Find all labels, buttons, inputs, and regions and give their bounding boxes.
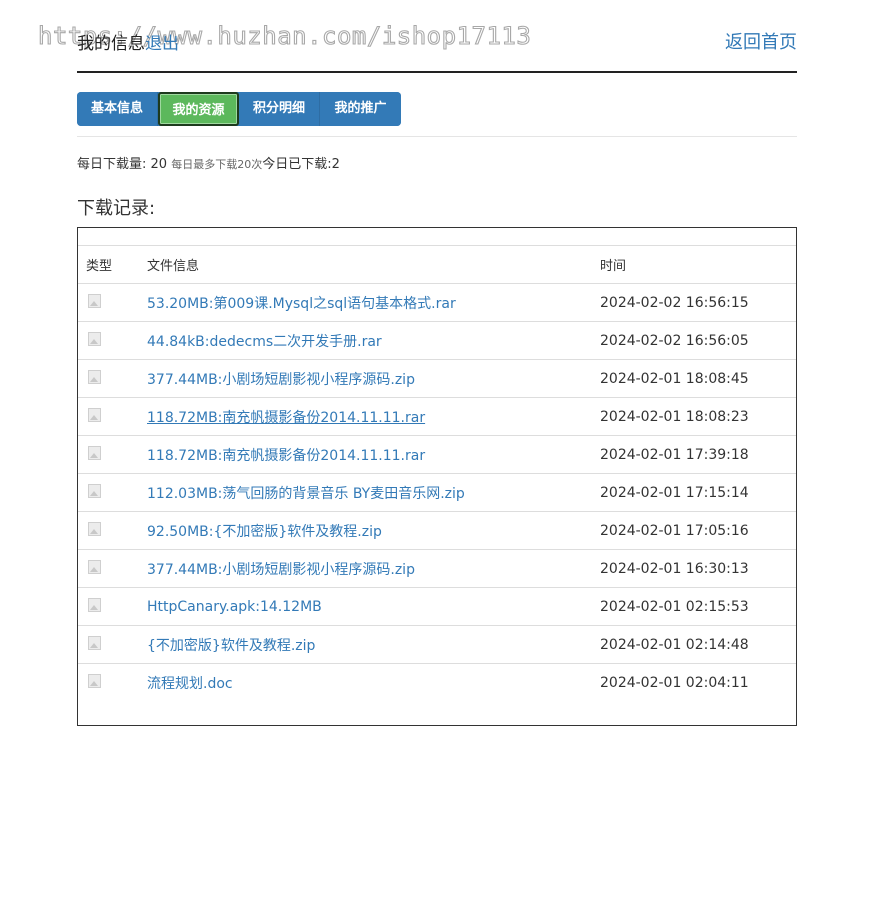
- type-cell: [78, 283, 139, 322]
- file-link[interactable]: 53.20MB:第009课.Mysql之sql语句基本格式.rar: [147, 296, 456, 312]
- table-row: 53.20MB:第009课.Mysql之sql语句基本格式.rar 2024-0…: [78, 283, 796, 322]
- type-cell: [78, 473, 139, 512]
- col-header-time: 时间: [592, 245, 796, 284]
- file-link[interactable]: 112.03MB:荡气回肠的背景音乐 BY麦田音乐网.zip: [147, 486, 465, 502]
- daily-value: 20: [150, 157, 168, 172]
- file-cell: 118.72MB:南充帆摄影备份2014.11.11.rar: [139, 435, 592, 474]
- time-cell: 2024-02-01 02:04:11: [600, 674, 749, 691]
- file-link[interactable]: 377.44MB:小剧场短剧影视小程序源码.zip: [147, 562, 415, 578]
- divider: [77, 136, 797, 137]
- table-row: 377.44MB:小剧场短剧影视小程序源码.zip 2024-02-01 16:…: [78, 549, 796, 588]
- tab-basic-info[interactable]: 基本信息: [77, 92, 158, 126]
- file-cell: 流程规划.doc: [139, 664, 592, 702]
- download-table: 类型 文件信息 时间 53.20MB:第009课.Mysql之sql语句基本格式…: [78, 245, 796, 701]
- time-cell: 2024-02-02 16:56:15: [592, 283, 796, 322]
- time-cell: 2024-02-01 17:39:18: [592, 435, 796, 474]
- file-link[interactable]: 44.84kB:dedecms二次开发手册.rar: [147, 334, 382, 350]
- file-type-icon: [88, 559, 101, 574]
- type-cell: [78, 359, 139, 398]
- type-cell: [78, 664, 139, 702]
- type-cell: [78, 625, 139, 664]
- file-link-hovered[interactable]: 118.72MB:南充帆摄影备份2014.11.11.rar: [147, 410, 425, 426]
- table-row: HttpCanary.apk:14.12MB 2024-02-01 02:15:…: [78, 587, 796, 626]
- time-cell: 2024-02-01 18:08:23: [592, 397, 796, 436]
- file-link[interactable]: 92.50MB:{不加密版}软件及教程.zip: [147, 524, 382, 540]
- file-cell: 377.44MB:小剧场短剧影视小程序源码.zip: [139, 359, 592, 398]
- file-type-icon: [88, 331, 101, 346]
- file-type-icon: [88, 521, 101, 536]
- file-cell: 44.84kB:dedecms二次开发手册.rar: [139, 321, 592, 360]
- table-header-row: 类型 文件信息 时间: [78, 245, 796, 284]
- type-cell: [78, 587, 139, 626]
- table-row: {不加密版}软件及教程.zip 2024-02-01 02:14:48: [78, 625, 796, 664]
- table-row: 92.50MB:{不加密版}软件及教程.zip 2024-02-01 17:05…: [78, 511, 796, 550]
- file-type-icon: [88, 597, 101, 612]
- time-cell: 2024-02-01 18:08:45: [592, 359, 796, 398]
- file-link[interactable]: 流程规划.doc: [147, 676, 233, 692]
- max-note: 每日最多下载20次: [171, 158, 263, 171]
- file-cell: HttpCanary.apk:14.12MB: [139, 587, 592, 626]
- file-type-icon: [88, 445, 101, 460]
- table-row: 118.72MB:南充帆摄影备份2014.11.11.rar 2024-02-0…: [78, 435, 796, 474]
- time-cell: 2024-02-01 17:15:14: [592, 473, 796, 512]
- file-cell: 112.03MB:荡气回肠的背景音乐 BY麦田音乐网.zip: [139, 473, 592, 512]
- type-cell: [78, 321, 139, 360]
- daily-label: 每日下载量:: [77, 157, 147, 172]
- logout-link[interactable]: 退出: [145, 34, 179, 54]
- file-type-icon: [88, 673, 101, 688]
- page-title: 我的信息退出: [77, 29, 179, 54]
- file-cell: 118.72MB:南充帆摄影备份2014.11.11.rar: [139, 397, 592, 436]
- time-cell: 2024-02-01 02:15:53: [592, 587, 796, 626]
- col-header-type: 类型: [78, 245, 139, 284]
- time-cell: 2024-02-02 16:56:05: [592, 321, 796, 360]
- type-cell: [78, 511, 139, 550]
- tab-points-detail[interactable]: 积分明细: [239, 92, 320, 126]
- today-value: 2: [331, 157, 340, 172]
- tab-my-resources[interactable]: 我的资源: [158, 92, 239, 126]
- file-cell: {不加密版}软件及教程.zip: [139, 625, 592, 664]
- table-row: 377.44MB:小剧场短剧影视小程序源码.zip 2024-02-01 18:…: [78, 359, 796, 398]
- type-cell: [78, 397, 139, 436]
- col-header-file: 文件信息: [139, 245, 592, 284]
- file-cell: 92.50MB:{不加密版}软件及教程.zip: [139, 511, 592, 550]
- home-link[interactable]: 返回首页: [725, 28, 797, 54]
- time-cell: 2024-02-01 17:05:16: [592, 511, 796, 550]
- file-link[interactable]: {不加密版}软件及教程.zip: [147, 638, 315, 654]
- file-link[interactable]: 118.72MB:南充帆摄影备份2014.11.11.rar: [147, 448, 425, 464]
- table-row: 流程规划.doc 2024-02-01 02:04:11: [78, 664, 796, 702]
- file-type-icon: [88, 483, 101, 498]
- file-link[interactable]: 377.44MB:小剧场短剧影视小程序源码.zip: [147, 372, 415, 388]
- page-header: 我的信息退出 返回首页: [77, 0, 797, 73]
- table-row: 112.03MB:荡气回肠的背景音乐 BY麦田音乐网.zip 2024-02-0…: [78, 473, 796, 512]
- time-cell: 2024-02-01 16:30:13: [592, 549, 796, 588]
- file-link[interactable]: HttpCanary.apk:14.12MB: [147, 599, 322, 615]
- download-stats: 每日下载量: 20 每日最多下载20次今日已下载:2: [77, 153, 340, 172]
- file-type-icon: [88, 635, 101, 650]
- time-cell: 2024-02-01 02:14:48: [592, 625, 796, 664]
- file-type-icon: [88, 369, 101, 384]
- tab-my-promotion[interactable]: 我的推广: [320, 92, 401, 126]
- table-row: 118.72MB:南充帆摄影备份2014.11.11.rar 2024-02-0…: [78, 397, 796, 436]
- type-cell: [78, 435, 139, 474]
- file-type-icon: [88, 293, 101, 308]
- page-title-text: 我的信息: [77, 34, 145, 54]
- file-cell: 377.44MB:小剧场短剧影视小程序源码.zip: [139, 549, 592, 588]
- page-container: 我的信息退出 返回首页 基本信息 我的资源 积分明细 我的推广 每日下载量: 2…: [77, 0, 797, 726]
- today-label: 今日已下载:: [262, 157, 332, 172]
- type-cell: [78, 549, 139, 588]
- file-type-icon: [88, 407, 101, 422]
- table-row: 44.84kB:dedecms二次开发手册.rar 2024-02-02 16:…: [78, 321, 796, 360]
- download-table-box: 类型 文件信息 时间 53.20MB:第009课.Mysql之sql语句基本格式…: [77, 227, 797, 726]
- tab-bar: 基本信息 我的资源 积分明细 我的推广: [77, 92, 401, 126]
- file-cell: 53.20MB:第009课.Mysql之sql语句基本格式.rar: [139, 283, 592, 322]
- section-title: 下载记录:: [77, 198, 156, 219]
